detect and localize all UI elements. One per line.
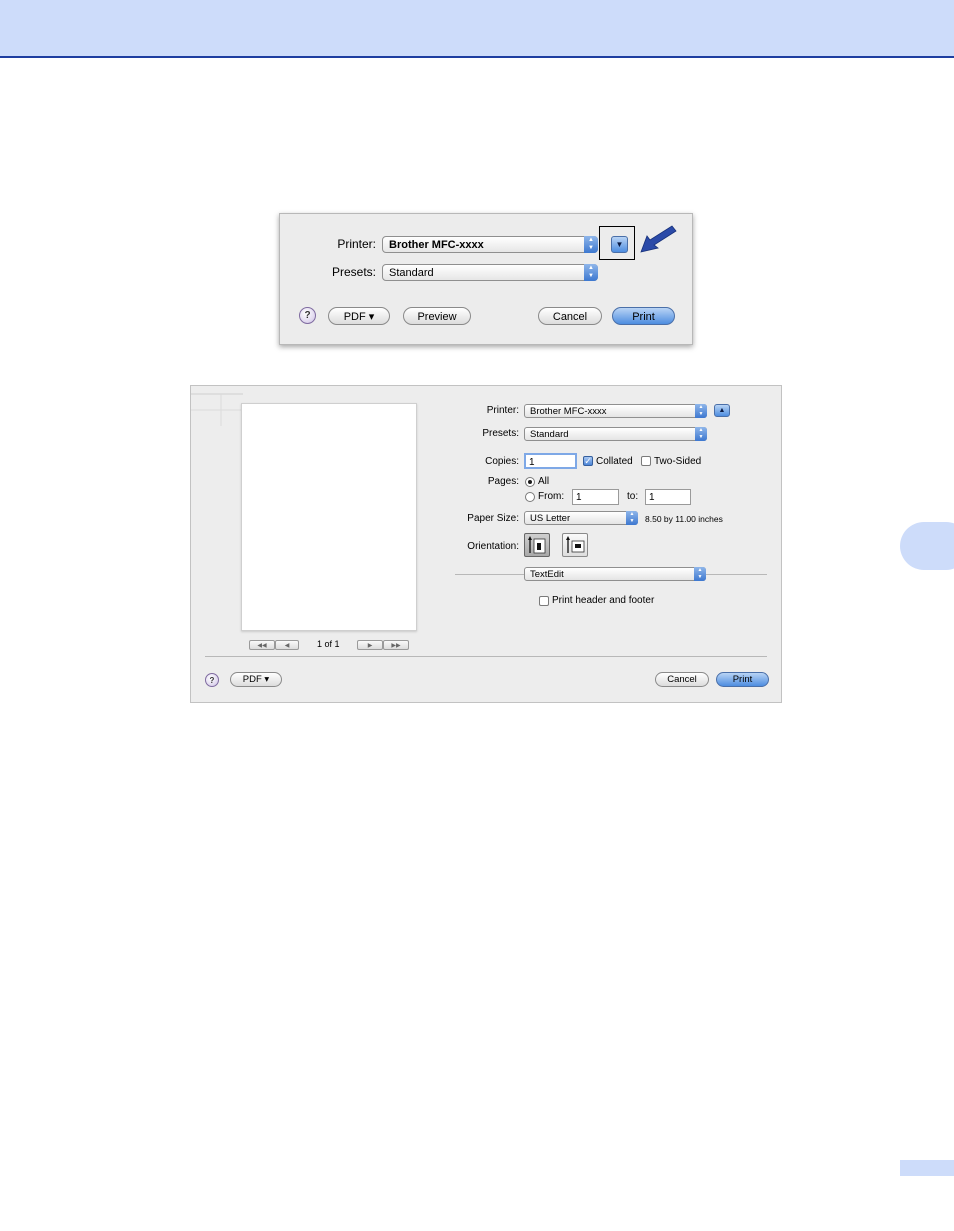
pages-from-label: From:: [538, 491, 565, 502]
footer-separator: [205, 656, 767, 657]
presets-popup[interactable]: Standard ▲ ▼: [524, 427, 707, 441]
popup-arrows-icon: ▲ ▼: [584, 264, 598, 281]
print-header-footer-label: Print header and footer: [552, 595, 655, 606]
pages-all-label: All: [538, 476, 550, 487]
pages-from-radio[interactable]: [525, 492, 535, 502]
printer-label: Printer:: [486, 405, 519, 416]
cancel-button[interactable]: Cancel: [538, 307, 602, 325]
printer-label: Printer:: [337, 237, 376, 251]
next-page-button[interactable]: ▶: [357, 640, 383, 650]
printer-popup[interactable]: Brother MFC-xxxx ▲ ▼: [524, 404, 707, 418]
landscape-icon: [566, 536, 585, 553]
page-header-band: [0, 0, 954, 58]
help-button[interactable]: ?: [299, 307, 316, 324]
cancel-button[interactable]: Cancel: [655, 672, 709, 687]
help-button[interactable]: ?: [205, 673, 219, 687]
printer-popup[interactable]: Brother MFC-xxxx ▲ ▼: [382, 236, 598, 253]
panel-value: TextEdit: [530, 569, 564, 580]
presets-label: Presets:: [331, 265, 376, 279]
pages-from-field[interactable]: 1: [572, 489, 619, 505]
paper-size-label: Paper Size:: [467, 513, 519, 524]
last-page-button[interactable]: ▶▶: [383, 640, 409, 650]
panel-popup[interactable]: TextEdit ▲ ▼: [524, 567, 706, 581]
two-sided-label: Two-Sided: [654, 456, 702, 467]
paper-size-value: US Letter: [530, 513, 571, 524]
pages-to-label: to:: [627, 491, 639, 502]
disclosure-highlight-box: [599, 226, 635, 260]
popup-arrows-icon: ▲ ▼: [695, 427, 707, 441]
print-dialog-expanded: ◀◀ ◀ 1 of 1 ▶ ▶▶ Printer: Brother MFC-xx…: [190, 385, 782, 703]
callout-arrow-icon: [640, 225, 677, 253]
page-number-box: [900, 1160, 954, 1176]
popup-arrows-icon: ▲ ▼: [695, 404, 707, 418]
chapter-tab: [900, 522, 954, 570]
paper-size-dimensions: 8.50 by 11.00 inches: [645, 514, 723, 524]
portrait-icon: [528, 536, 546, 554]
preview-button[interactable]: Preview: [403, 307, 471, 325]
landscape-orientation-button[interactable]: [562, 533, 588, 557]
presets-popup[interactable]: Standard ▲ ▼: [382, 264, 598, 281]
popup-arrows-icon: ▲ ▼: [626, 511, 638, 525]
presets-value: Standard: [389, 267, 434, 279]
pages-to-field[interactable]: 1: [645, 489, 691, 505]
printer-value: Brother MFC-xxxx: [530, 406, 607, 417]
copies-label: Copies:: [485, 456, 519, 467]
page-preview: [241, 403, 417, 631]
presets-label: Presets:: [482, 428, 519, 439]
popup-arrows-icon: ▲ ▼: [584, 236, 598, 253]
print-button[interactable]: Print: [716, 672, 769, 687]
pages-label: Pages:: [487, 476, 519, 487]
previous-page-button[interactable]: ◀: [275, 640, 299, 650]
collated-checkbox[interactable]: ✓: [583, 456, 593, 466]
page-indicator: 1 of 1: [317, 639, 340, 649]
print-header-footer-checkbox[interactable]: [539, 596, 549, 606]
pdf-button[interactable]: PDF ▾: [230, 672, 282, 687]
pdf-button[interactable]: PDF ▾: [328, 307, 390, 325]
print-button[interactable]: Print: [612, 307, 675, 325]
pages-all-radio[interactable]: [525, 477, 535, 487]
collated-label: Collated: [596, 456, 633, 467]
background-window-ghost: [191, 393, 243, 426]
orientation-label: Orientation:: [467, 541, 519, 552]
presets-value: Standard: [530, 429, 569, 440]
paper-size-popup[interactable]: US Letter ▲ ▼: [524, 511, 638, 525]
first-page-button[interactable]: ◀◀: [249, 640, 275, 650]
disclosure-button[interactable]: ▲: [714, 404, 730, 417]
popup-arrows-icon: ▲ ▼: [694, 567, 706, 581]
two-sided-checkbox[interactable]: [641, 456, 651, 466]
printer-value: Brother MFC-xxxx: [389, 239, 484, 251]
portrait-orientation-button[interactable]: [524, 533, 550, 557]
copies-field[interactable]: 1: [524, 453, 577, 469]
